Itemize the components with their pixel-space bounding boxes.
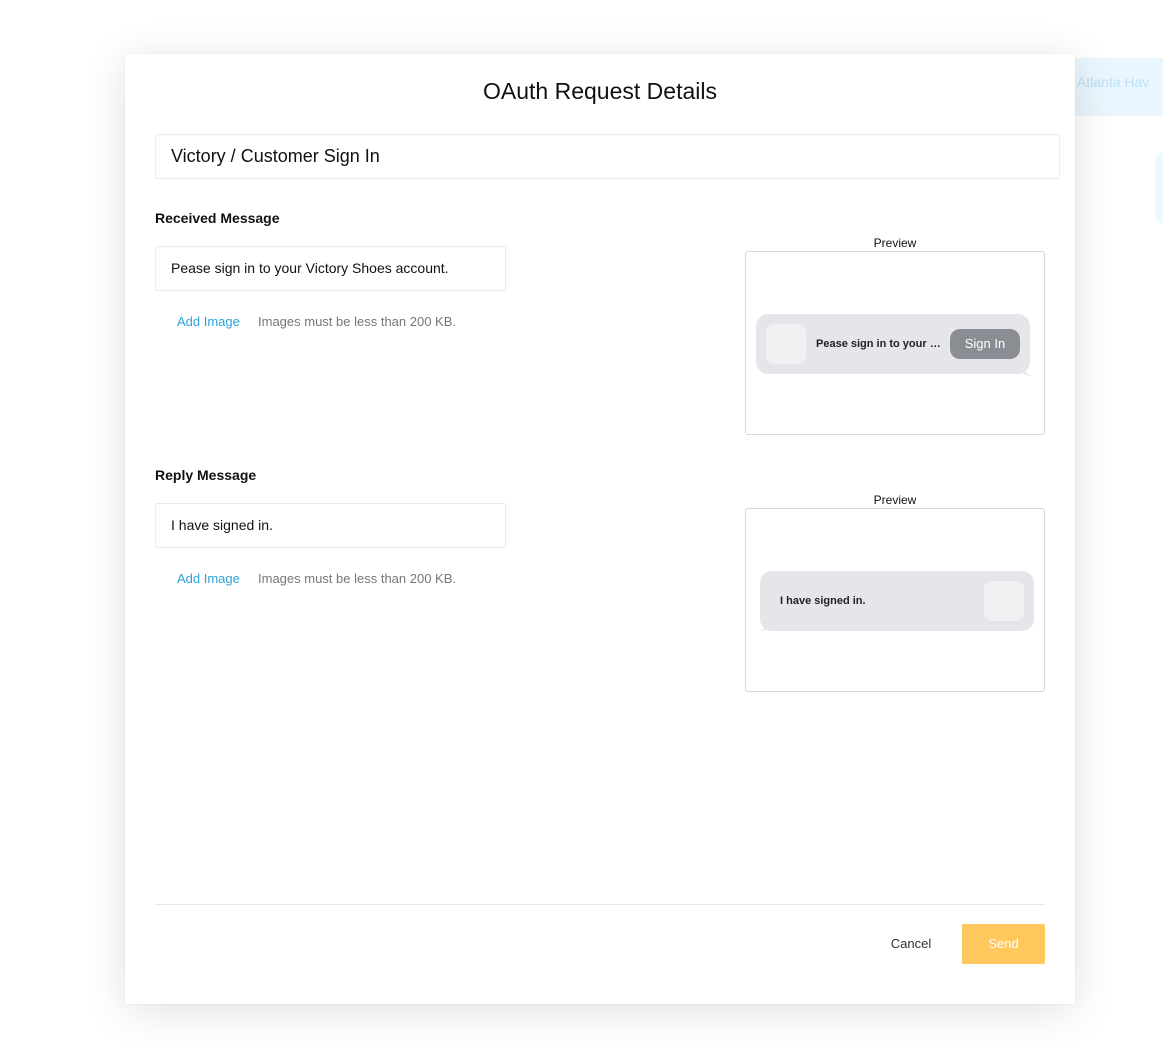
reply-add-image-link[interactable]: Add Image: [177, 571, 240, 586]
received-image-hint: Images must be less than 200 KB.: [258, 314, 456, 329]
received-message-input[interactable]: Pease sign in to your Victory Shoes acco…: [155, 246, 506, 291]
preview-sign-in-button: Sign In: [950, 329, 1020, 359]
received-message-label: Received Message: [155, 210, 280, 226]
cancel-button[interactable]: Cancel: [880, 924, 942, 964]
reply-preview-box: I have signed in.: [745, 508, 1045, 692]
received-bubble-tail: [1022, 364, 1032, 376]
reply-message-label: Reply Message: [155, 467, 257, 483]
background-banner-text: e Atlanta Hav: [1066, 74, 1150, 90]
received-preview-label: Preview: [873, 236, 917, 250]
reply-preview-label: Preview: [873, 493, 917, 507]
request-name-input[interactable]: Victory / Customer Sign In: [155, 134, 1060, 179]
footer-divider: [155, 904, 1045, 905]
reply-message-input[interactable]: I have signed in.: [155, 503, 506, 548]
modal-title: OAuth Request Details: [483, 78, 717, 104]
send-button[interactable]: Send: [962, 924, 1045, 964]
received-preview-box: Pease sign in to your Victory Shoes acco…: [745, 251, 1045, 435]
received-preview-text: Pease sign in to your Victory Shoes acco…: [816, 338, 942, 350]
reply-preview-text: I have signed in.: [780, 595, 866, 607]
reply-image-hint: Images must be less than 200 KB.: [258, 571, 456, 586]
background-pill: [1155, 152, 1163, 224]
reply-preview-image-placeholder: [984, 581, 1024, 621]
received-preview-image-placeholder: [766, 324, 806, 364]
received-add-image-link[interactable]: Add Image: [177, 314, 240, 329]
oauth-request-modal: OAuth Request Details Victory / Customer…: [125, 54, 1075, 1004]
